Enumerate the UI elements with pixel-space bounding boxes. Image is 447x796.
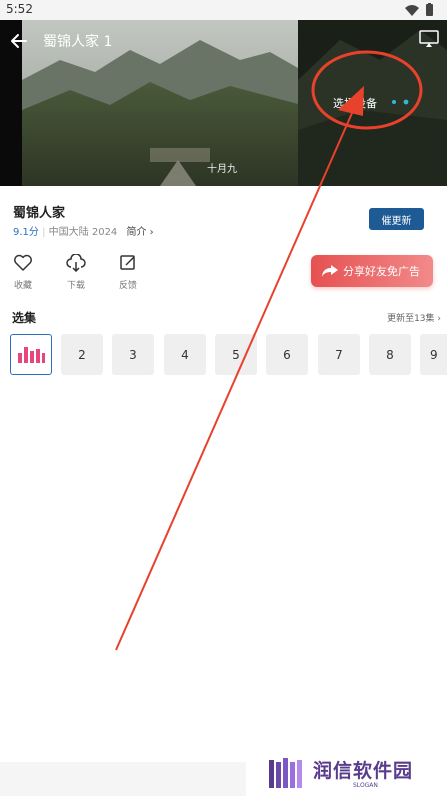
episode-1-playing[interactable] (10, 334, 52, 375)
share-arrow-icon (322, 265, 338, 277)
video-player[interactable]: 蜀锦人家 1 选择设备 十月九 (0, 20, 447, 186)
episodes-more-link[interactable]: 更新至13集 › (387, 311, 441, 324)
back-arrow-icon[interactable] (8, 30, 30, 52)
share-button-label: 分享好友免广告 (343, 265, 420, 278)
show-meta: 9.1分 | 中国大陆 2024 简介 › (13, 227, 154, 238)
select-device-label[interactable]: 选择设备 (333, 95, 377, 111)
heart-icon (14, 254, 32, 271)
show-title: 蜀锦人家 (13, 206, 66, 221)
share-button[interactable]: 分享好友免广告 (311, 255, 433, 287)
status-bar: 5:52 (0, 0, 447, 20)
brand-watermark: 润信软件园 SLOGAN (267, 754, 437, 794)
show-score: 9.1分 (13, 227, 39, 238)
edit-icon (120, 255, 135, 270)
video-subtitle: 十月九 (207, 164, 237, 175)
feedback-button[interactable]: 反馈 (115, 254, 141, 291)
brand-slogan: SLOGAN (353, 782, 378, 789)
favorite-button[interactable]: 收藏 (10, 254, 36, 291)
episode-button[interactable]: 2 (61, 334, 103, 375)
favorite-label: 收藏 (13, 281, 32, 291)
episodes-heading: 选集 (12, 311, 37, 325)
episode-button[interactable]: 8 (369, 334, 411, 375)
loading-dots-icon (392, 99, 409, 105)
episode-button[interactable]: 7 (318, 334, 360, 375)
download-button[interactable]: 下载 (63, 253, 89, 291)
show-year: 2024 (91, 227, 118, 238)
episode-button[interactable]: 4 (164, 334, 206, 375)
feedback-label: 反馈 (118, 281, 137, 291)
brand-logo-icon (269, 758, 302, 788)
cast-icon[interactable] (419, 30, 439, 48)
download-label: 下载 (66, 281, 85, 291)
status-time: 5:52 (6, 2, 33, 16)
bottom-bar (0, 762, 246, 796)
brand-name: 润信软件园 (313, 760, 414, 782)
cloud-download-icon (66, 253, 86, 273)
urge-update-button[interactable]: 催更新 (369, 208, 424, 230)
episode-button[interactable]: 9 (420, 334, 447, 375)
episode-button[interactable]: 6 (266, 334, 308, 375)
show-region: 中国大陆 (48, 227, 89, 238)
episode-button[interactable]: 5 (215, 334, 257, 375)
wifi-battery-icon (405, 3, 433, 16)
video-title: 蜀锦人家 1 (43, 34, 113, 50)
playing-bars-icon (18, 346, 45, 363)
intro-link[interactable]: 简介 › (126, 227, 153, 238)
episode-button[interactable]: 3 (112, 334, 154, 375)
